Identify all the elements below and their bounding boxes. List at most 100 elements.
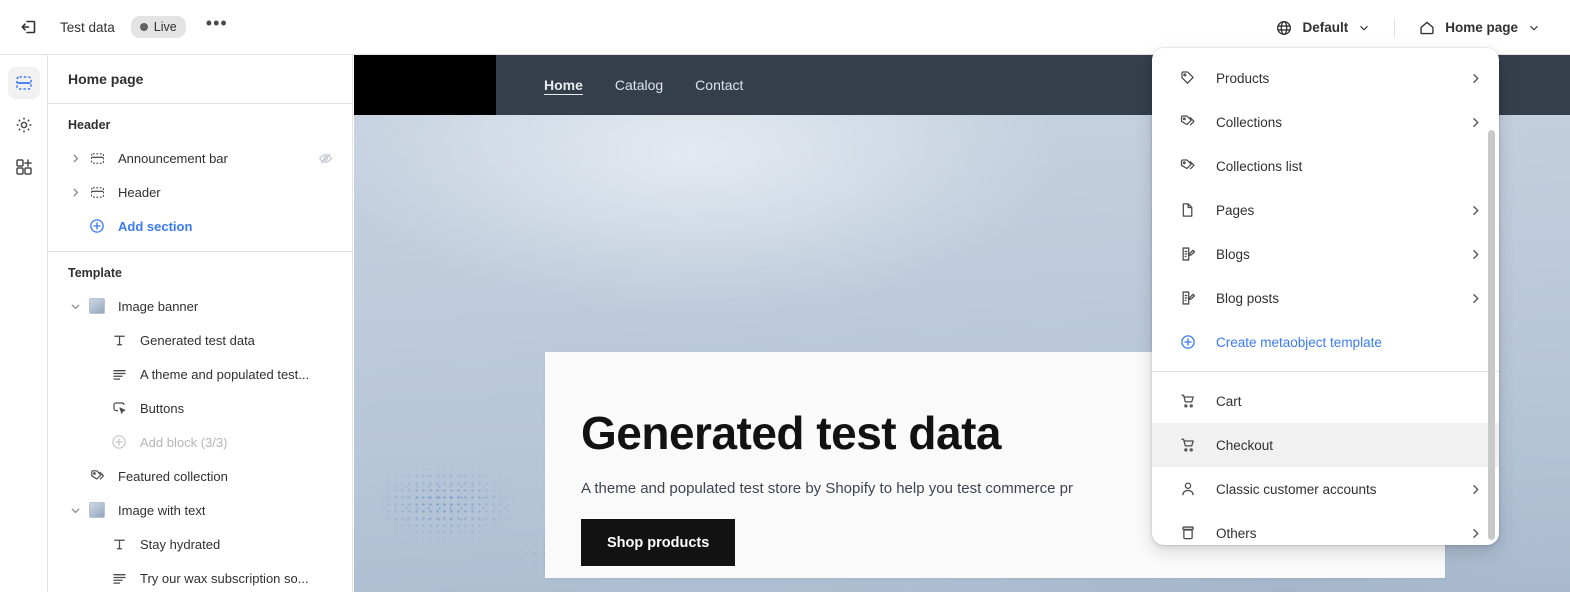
sidebar-item-label: Image banner <box>118 298 199 314</box>
chevron-right-icon <box>1468 71 1483 86</box>
preview-nav: Home Catalog Contact <box>496 55 743 115</box>
rail-item-sections[interactable] <box>7 67 40 99</box>
section-icon <box>86 184 108 201</box>
text-icon <box>108 332 130 349</box>
menu-item-classic-customer-accounts[interactable]: Classic customer accounts <box>1152 467 1499 511</box>
page-selector-menu: Products Collections Collections list Pa… <box>1152 48 1499 545</box>
status-badge-label: Live <box>153 20 177 34</box>
store-title: Test data <box>60 19 115 35</box>
chevron-right-icon[interactable] <box>64 186 86 199</box>
sidebar-item-image-with-text[interactable]: Image with text <box>56 493 344 527</box>
chevron-right-icon <box>1468 482 1483 497</box>
menu-item-label: Classic customer accounts <box>1216 481 1377 497</box>
group-title: Template <box>68 266 122 280</box>
shop-products-button[interactable]: Shop products <box>581 519 736 566</box>
menu-item-label: Checkout <box>1216 437 1274 453</box>
chevron-right-icon <box>1468 115 1483 130</box>
menu-item-label: Cart <box>1216 393 1242 409</box>
toolbar-divider <box>1394 17 1396 38</box>
sidebar-item-announcement-bar[interactable]: Announcement bar <box>56 141 344 175</box>
chevron-down-icon[interactable] <box>64 504 86 517</box>
sidebar-item-label: Featured collection <box>118 468 228 484</box>
top-bar: Test data Live ••• Default Home page <box>0 0 1570 55</box>
sidebar-item-label: Header <box>118 184 161 200</box>
sidebar-item-label: Buttons <box>140 400 185 416</box>
status-badge: Live <box>130 16 186 38</box>
plus-circle-icon <box>108 433 130 451</box>
nav-link-home[interactable]: Home <box>544 77 583 93</box>
collection-icon <box>1178 113 1198 131</box>
group-title: Header <box>68 118 111 132</box>
menu-item-label: Products <box>1216 70 1270 86</box>
box-icon <box>1178 524 1198 542</box>
sidebar-item-header[interactable]: Header <box>56 175 344 209</box>
menu-item-label: Others <box>1216 525 1257 541</box>
sidebar-item-label: Generated test data <box>140 332 255 348</box>
page-selector[interactable]: Home page <box>1409 12 1550 44</box>
left-rail <box>0 55 48 592</box>
menu-item-label: Collections list <box>1216 158 1303 174</box>
paragraph-icon <box>108 570 130 587</box>
menu-item-collections-list[interactable]: Collections list <box>1152 144 1499 188</box>
sidebar-item-label: Image with text <box>118 502 206 518</box>
button-icon <box>108 400 130 417</box>
image-thumbnail-icon <box>86 502 108 518</box>
top-bar-left: Test data Live ••• <box>0 0 234 54</box>
menu-item-products[interactable]: Products <box>1152 56 1499 100</box>
rail-item-theme-settings[interactable] <box>8 109 40 141</box>
collection-icon <box>1178 157 1198 175</box>
cart-icon <box>1178 392 1198 410</box>
paragraph-icon <box>108 366 130 383</box>
cart-icon <box>1178 436 1198 454</box>
sidebar-item-featured-collection[interactable]: Featured collection <box>56 459 344 493</box>
add-section-button[interactable]: Add section <box>56 209 344 243</box>
theme-editor-app: Test data Live ••• Default Home page Hom… <box>0 0 1570 592</box>
sidebar-block-stay-hydrated[interactable]: Stay hydrated <box>56 527 344 561</box>
menu-item-label: Collections <box>1216 114 1283 130</box>
more-options-button[interactable]: ••• <box>200 10 234 44</box>
menu-item-collections[interactable]: Collections <box>1152 100 1499 144</box>
globe-icon <box>1275 19 1293 37</box>
menu-item-cart[interactable]: Cart <box>1152 379 1499 423</box>
sidebar-block-generated-test-data[interactable]: Generated test data <box>56 323 344 357</box>
chevron-down-icon[interactable] <box>64 300 86 313</box>
sidebar-item-image-banner[interactable]: Image banner <box>56 289 344 323</box>
sidebar-item-label: A theme and populated test... <box>140 366 310 382</box>
chevron-right-icon <box>1468 291 1483 306</box>
chevron-right-icon[interactable] <box>64 152 86 165</box>
create-metaobject-template-button[interactable]: Create metaobject template <box>1152 320 1499 364</box>
menu-item-label: Pages <box>1216 202 1255 218</box>
tag-icon <box>1178 69 1198 87</box>
store-logo <box>354 55 496 115</box>
menu-item-others[interactable]: Others <box>1152 511 1499 545</box>
nav-link-contact[interactable]: Contact <box>695 77 743 93</box>
chevron-down-icon <box>1527 21 1541 35</box>
status-dot-icon <box>139 23 148 31</box>
sidebar-block-wax-subscription[interactable]: Try our wax subscription so... <box>56 561 344 592</box>
menu-item-pages[interactable]: Pages <box>1152 188 1499 232</box>
locale-label: Default <box>1302 20 1349 35</box>
chevron-right-icon <box>1468 526 1483 541</box>
menu-item-blog-posts[interactable]: Blog posts <box>1152 276 1499 320</box>
menu-scrollbar[interactable] <box>1488 130 1495 540</box>
rail-item-apps[interactable] <box>8 151 40 183</box>
add-section-label: Add section <box>118 218 193 234</box>
sidebar-block-buttons[interactable]: Buttons <box>56 391 344 425</box>
locale-selector[interactable]: Default <box>1266 12 1380 44</box>
plus-circle-icon <box>86 217 108 235</box>
sidebar-header: Home page <box>48 55 352 104</box>
section-icon <box>86 150 108 167</box>
nav-link-catalog[interactable]: Catalog <box>615 77 663 93</box>
page-label: Home page <box>1445 20 1518 35</box>
eye-off-icon[interactable] <box>317 150 334 167</box>
menu-item-blogs[interactable]: Blogs <box>1152 232 1499 276</box>
top-bar-right: Default Home page <box>1266 0 1570 55</box>
blog-icon <box>1178 289 1198 307</box>
plus-circle-icon <box>1178 333 1198 351</box>
sidebar-group-header: Header Announcement bar Header Add secti… <box>48 104 352 252</box>
menu-item-checkout[interactable]: Checkout <box>1152 423 1499 467</box>
sidebar-block-paragraph[interactable]: A theme and populated test... <box>56 357 344 391</box>
sidebar-item-label: Stay hydrated <box>140 536 221 552</box>
menu-item-label: Create metaobject template <box>1216 334 1382 350</box>
exit-icon[interactable] <box>12 10 46 44</box>
